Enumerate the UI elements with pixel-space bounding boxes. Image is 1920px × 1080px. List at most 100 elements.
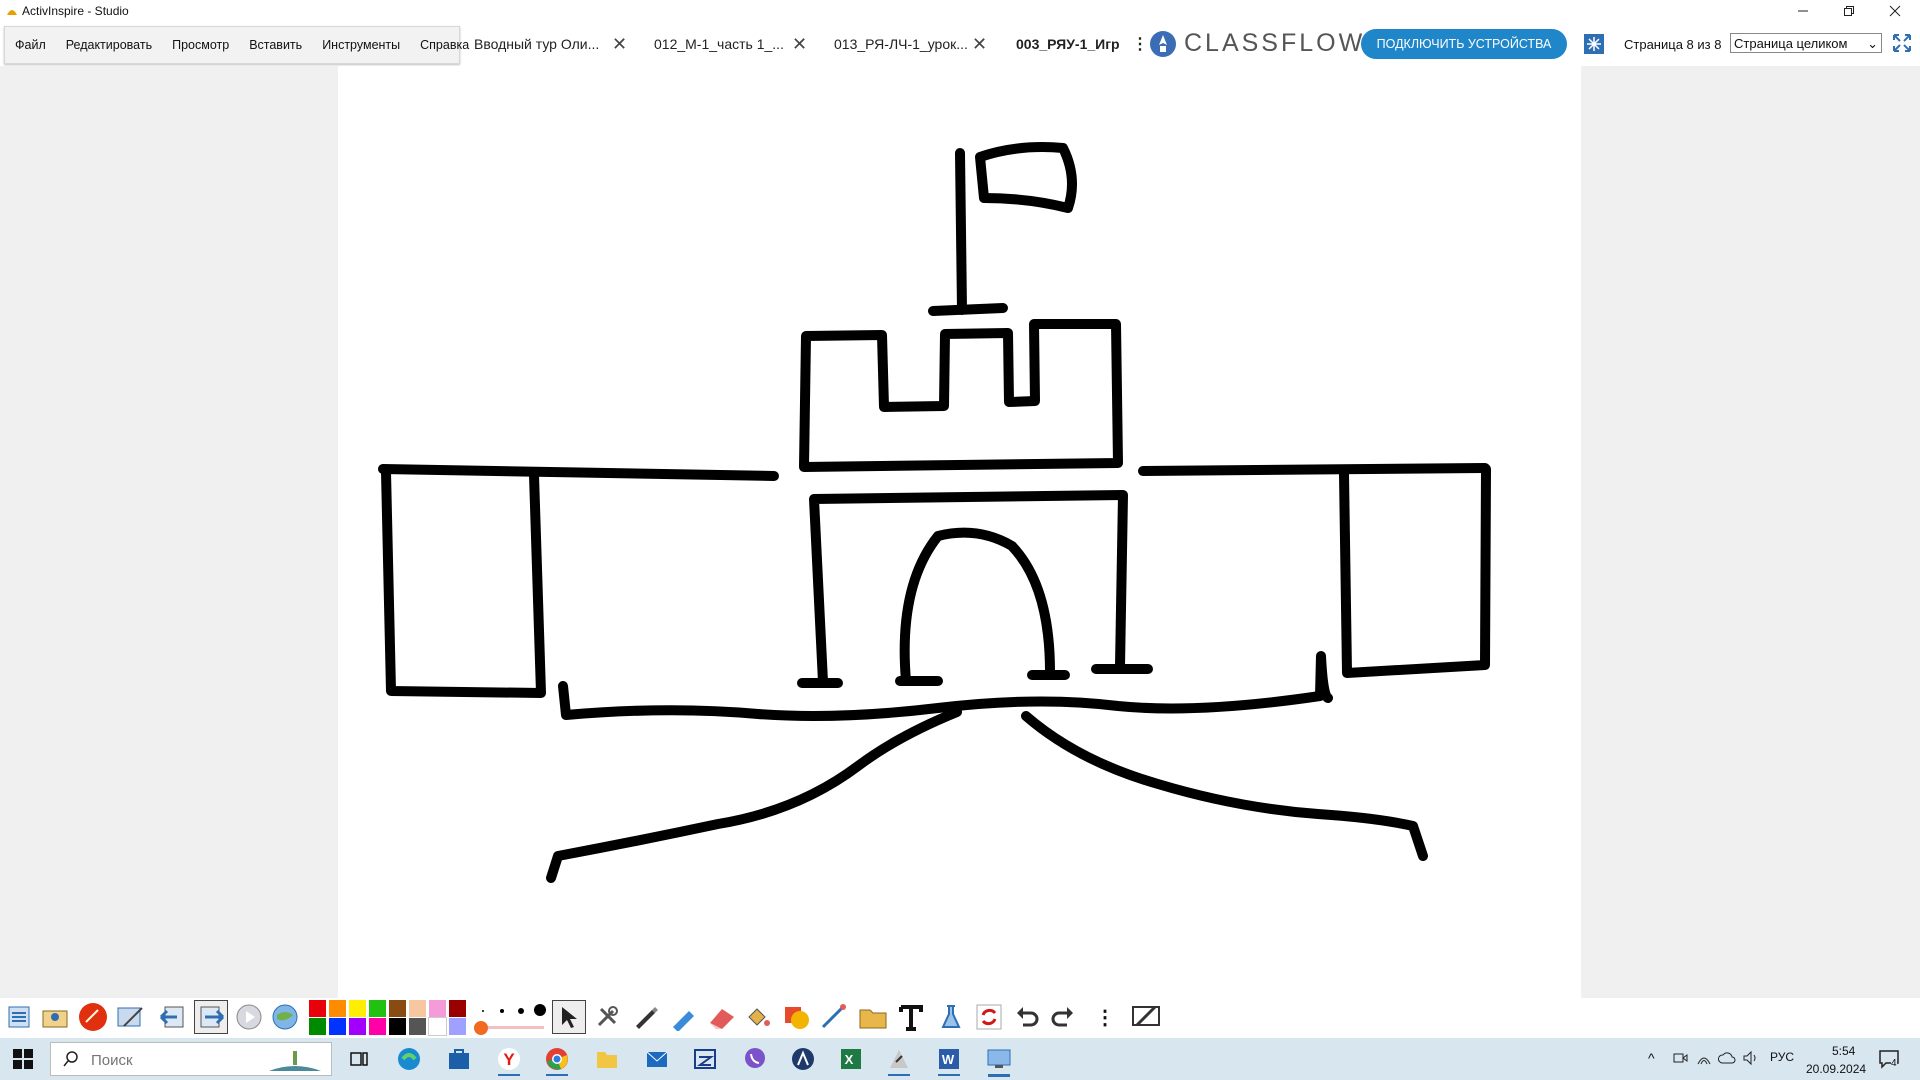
earth-tool[interactable] xyxy=(268,1000,302,1034)
meet-now-icon[interactable] xyxy=(1672,1050,1688,1066)
previous-page-tool[interactable] xyxy=(156,1000,190,1034)
search-input[interactable] xyxy=(89,1051,213,1070)
zoom-select[interactable]: Страница целиком ⌄ xyxy=(1730,33,1882,53)
clock-date[interactable]: 20.09.2024 xyxy=(1806,1062,1866,1076)
file-explorer-app[interactable] xyxy=(592,1044,622,1074)
restore-button[interactable] xyxy=(1826,0,1872,22)
color-swatch[interactable] xyxy=(369,1000,386,1017)
color-swatch[interactable] xyxy=(369,1018,386,1035)
shape-tool[interactable] xyxy=(780,1000,814,1034)
activinspire-studio-app[interactable] xyxy=(984,1044,1014,1077)
tray-expand-icon[interactable]: ^ xyxy=(1648,1050,1655,1066)
tab-document-active[interactable]: 003_РЯУ-1_Игр ⋮ xyxy=(1016,22,1148,66)
connect-devices-button[interactable]: ПОДКЛЮЧИТЬ УСТРОЙСТВА xyxy=(1361,29,1567,59)
color-swatch[interactable] xyxy=(389,1018,406,1035)
browsers-tool[interactable] xyxy=(38,1000,72,1034)
page-browser-icon[interactable] xyxy=(1583,33,1605,55)
pen-width-3[interactable] xyxy=(518,1008,524,1014)
color-swatch[interactable] xyxy=(429,1000,446,1017)
notification-center-button[interactable]: 4 xyxy=(1878,1048,1900,1070)
more-tools-button[interactable]: ⋮ xyxy=(1088,1000,1122,1034)
pen-width-2[interactable] xyxy=(500,1009,504,1013)
drawing-castle[interactable] xyxy=(338,66,1581,998)
tab-document-3[interactable]: 013_РЯ-ЛЧ-1_урок... ✕ xyxy=(834,22,998,66)
color-swatch[interactable] xyxy=(309,1018,326,1035)
text-tool[interactable] xyxy=(894,1000,928,1034)
input-language-indicator[interactable]: РУС xyxy=(1770,1050,1794,1064)
connector-tool[interactable] xyxy=(816,1000,850,1034)
tab-document-1[interactable]: Вводный тур Оли... ✕ xyxy=(474,22,638,66)
fill-tool[interactable] xyxy=(740,1000,774,1034)
word-app[interactable]: W xyxy=(934,1044,964,1076)
main-menu-tool[interactable] xyxy=(2,1000,36,1034)
reset-page-tool[interactable] xyxy=(972,1000,1006,1034)
redo-tool[interactable] xyxy=(1046,1000,1080,1034)
more-vertical-icon: ⋮ xyxy=(1095,1006,1115,1029)
astra-app[interactable] xyxy=(788,1044,818,1074)
menu-edit[interactable]: Редактировать xyxy=(56,38,162,52)
menu-tools[interactable]: Инструменты xyxy=(312,38,410,52)
clear-tool[interactable] xyxy=(934,1000,968,1034)
pen-width-4[interactable] xyxy=(534,1004,546,1016)
resource-library-tool[interactable] xyxy=(856,1000,890,1034)
color-swatch[interactable] xyxy=(349,1000,366,1017)
undo-tool[interactable] xyxy=(1010,1000,1044,1034)
toolbox-settings-tool[interactable] xyxy=(1130,1000,1164,1034)
color-swatch[interactable] xyxy=(309,1000,326,1017)
pen-width-1[interactable] xyxy=(482,1010,484,1012)
minimize-button[interactable] xyxy=(1780,0,1826,22)
mail-app[interactable] xyxy=(642,1044,672,1074)
menu-view[interactable]: Просмотр xyxy=(162,38,239,52)
chrome-app[interactable] xyxy=(542,1044,572,1076)
windows-start-icon[interactable] xyxy=(12,1048,34,1070)
calendar-app[interactable] xyxy=(690,1044,720,1074)
color-swatch[interactable] xyxy=(449,1018,466,1035)
tools-tool[interactable] xyxy=(590,1000,624,1034)
color-swatch[interactable] xyxy=(389,1000,406,1017)
viber-icon xyxy=(745,1048,765,1068)
task-view-app[interactable] xyxy=(344,1044,374,1074)
clock-time[interactable]: 5:54 xyxy=(1832,1044,1855,1058)
color-swatch[interactable] xyxy=(349,1018,366,1035)
store-app[interactable] xyxy=(444,1044,474,1074)
pen-width-slider-handle[interactable] xyxy=(474,1021,488,1035)
menu-file[interactable]: Файл xyxy=(5,38,56,52)
excel-app[interactable]: X xyxy=(836,1044,866,1074)
eraser-tool[interactable] xyxy=(704,1000,738,1034)
color-swatch[interactable] xyxy=(428,1017,447,1036)
color-swatch[interactable] xyxy=(329,1000,346,1017)
close-tab-icon[interactable]: ✕ xyxy=(612,34,627,55)
yandex-app[interactable]: Y xyxy=(494,1044,524,1076)
flipchart-page[interactable] xyxy=(338,66,1581,998)
menu-help[interactable]: Справка xyxy=(410,38,479,52)
edge-app[interactable] xyxy=(394,1044,424,1074)
tab-document-2[interactable]: 012_М-1_часть 1_... ✕ xyxy=(654,22,818,66)
undo-icon xyxy=(1017,1007,1039,1027)
pen-tool[interactable] xyxy=(628,1000,662,1034)
taskbar-search-box[interactable] xyxy=(50,1042,332,1076)
select-tool[interactable] xyxy=(552,1000,586,1034)
color-swatch[interactable] xyxy=(449,1000,466,1017)
color-swatch[interactable] xyxy=(329,1018,346,1035)
svg-text:W: W xyxy=(942,1052,955,1067)
network-icon[interactable] xyxy=(1696,1050,1712,1066)
menu-insert[interactable]: Вставить xyxy=(239,38,312,52)
viber-app[interactable] xyxy=(740,1044,770,1074)
fullscreen-icon[interactable] xyxy=(1892,33,1912,53)
play-tool[interactable] xyxy=(232,1000,266,1034)
cloud-icon[interactable] xyxy=(1718,1050,1736,1066)
classflow-rocket-icon[interactable] xyxy=(1148,29,1178,59)
highlighter-tool[interactable] xyxy=(666,1000,700,1034)
volume-icon[interactable] xyxy=(1742,1050,1760,1066)
tab-overflow-icon[interactable]: ⋮ xyxy=(1132,34,1148,54)
close-icon xyxy=(1889,5,1901,17)
edit-profiles-tool[interactable] xyxy=(114,1000,148,1034)
close-window-button[interactable] xyxy=(1872,0,1918,22)
next-page-tool[interactable] xyxy=(194,1000,228,1034)
close-tab-icon[interactable]: ✕ xyxy=(972,34,987,55)
pen-color-tool[interactable] xyxy=(76,1000,110,1034)
activinspire-app[interactable] xyxy=(884,1044,914,1076)
close-tab-icon[interactable]: ✕ xyxy=(792,34,807,55)
color-swatch[interactable] xyxy=(409,1018,426,1035)
color-swatch[interactable] xyxy=(409,1000,426,1017)
